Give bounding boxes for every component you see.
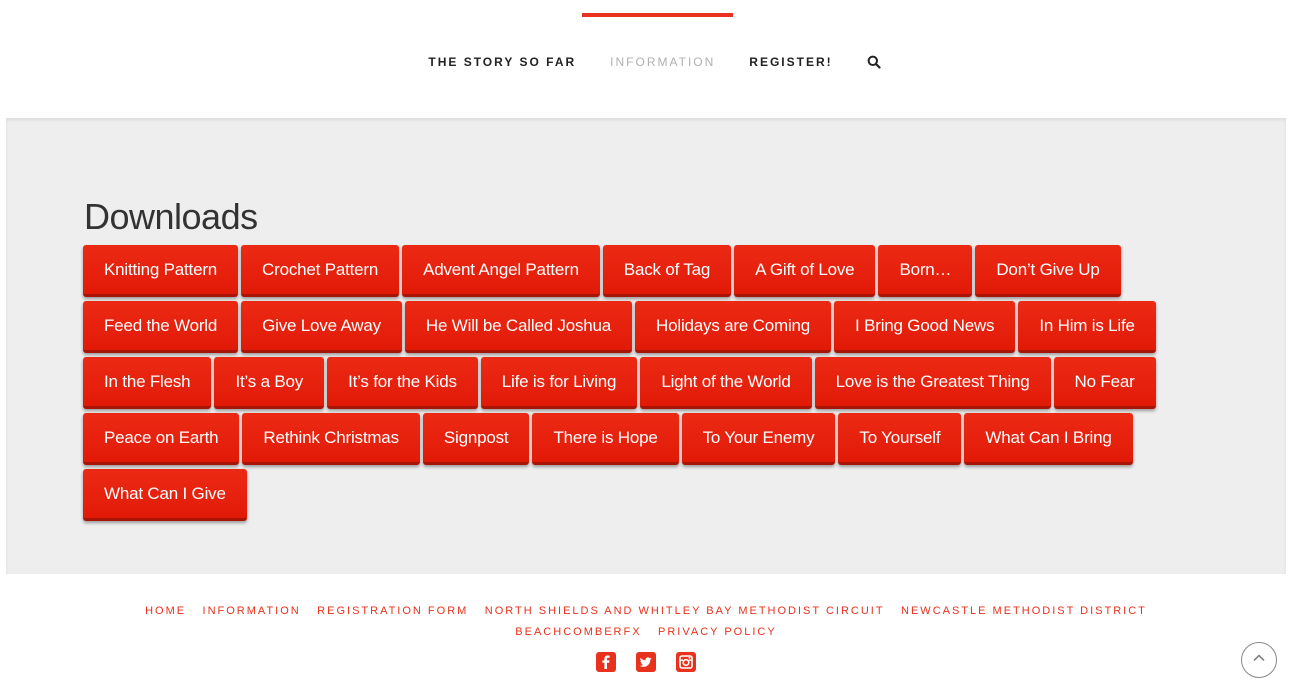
download-button-in-him-is-life[interactable]: In Him is Life xyxy=(1018,301,1156,353)
facebook-icon[interactable] xyxy=(596,652,616,672)
download-button-no-fear[interactable]: No Fear xyxy=(1053,357,1156,409)
main-content: Downloads Knitting Pattern Crochet Patte… xyxy=(6,118,1286,574)
download-button-what-can-i-bring[interactable]: What Can I Bring xyxy=(964,413,1133,465)
download-button-in-the-flesh[interactable]: In the Flesh xyxy=(83,357,212,409)
download-button-its-a-boy[interactable]: It’s a Boy xyxy=(214,357,325,409)
site-footer: HOME INFORMATION REGISTRATION FORM NORTH… xyxy=(0,574,1292,680)
download-button-peace-on-earth[interactable]: Peace on Earth xyxy=(83,413,240,465)
nav-item-register[interactable]: REGISTER! xyxy=(749,55,832,69)
download-button-to-your-enemy[interactable]: To Your Enemy xyxy=(681,413,836,465)
nav-item-the-story-so-far[interactable]: THE STORY SO FAR xyxy=(428,55,576,69)
footer-links: HOME INFORMATION REGISTRATION FORM NORTH… xyxy=(110,600,1182,642)
download-button-there-is-hope[interactable]: There is Hope xyxy=(532,413,679,465)
download-button-back-of-tag[interactable]: Back of Tag xyxy=(602,245,732,297)
search-icon[interactable] xyxy=(867,55,881,69)
footer-link-newcastle-district[interactable]: NEWCASTLE METHODIST DISTRICT xyxy=(901,605,1147,617)
site-header: THE STORY SO FAR INFORMATION REGISTER! xyxy=(0,0,1292,118)
instagram-icon[interactable] xyxy=(676,652,696,672)
download-button-to-yourself[interactable]: To Yourself xyxy=(838,413,962,465)
download-button-love-is-the-greatest-thing[interactable]: Love is the Greatest Thing xyxy=(814,357,1051,409)
nav-item-information[interactable]: INFORMATION xyxy=(610,55,715,69)
download-button-born[interactable]: Born… xyxy=(878,245,973,297)
header-accent-bar xyxy=(582,13,733,17)
download-button-holidays-are-coming[interactable]: Holidays are Coming xyxy=(635,301,832,353)
download-button-what-can-i-give[interactable]: What Can I Give xyxy=(83,469,247,521)
download-button-a-gift-of-love[interactable]: A Gift of Love xyxy=(734,245,876,297)
download-button-rethink-christmas[interactable]: Rethink Christmas xyxy=(242,413,420,465)
footer-link-privacy-policy[interactable]: PRIVACY POLICY xyxy=(658,626,777,638)
download-button-he-will-be-called-joshua[interactable]: He Will be Called Joshua xyxy=(404,301,633,353)
download-button-signpost[interactable]: Signpost xyxy=(422,413,530,465)
download-button-knitting-pattern[interactable]: Knitting Pattern xyxy=(83,245,239,297)
chevron-up-icon xyxy=(1251,650,1267,671)
footer-link-information[interactable]: INFORMATION xyxy=(203,605,301,617)
social-links xyxy=(0,652,1292,672)
scroll-to-top-button[interactable] xyxy=(1241,642,1277,678)
footer-link-north-shields-circuit[interactable]: NORTH SHIELDS AND WHITLEY BAY METHODIST … xyxy=(485,605,885,617)
page-title: Downloads xyxy=(84,196,258,237)
download-button-give-love-away[interactable]: Give Love Away xyxy=(241,301,402,353)
footer-link-registration-form[interactable]: REGISTRATION FORM xyxy=(317,605,468,617)
footer-link-beachcomberfx[interactable]: BEACHCOMBERFX xyxy=(515,626,641,638)
download-button-advent-angel-pattern[interactable]: Advent Angel Pattern xyxy=(402,245,600,297)
download-button-crochet-pattern[interactable]: Crochet Pattern xyxy=(241,245,400,297)
main-nav: THE STORY SO FAR INFORMATION REGISTER! xyxy=(0,55,1292,69)
download-button-life-is-for-living[interactable]: Life is for Living xyxy=(480,357,638,409)
download-button-dont-give-up[interactable]: Don’t Give Up xyxy=(975,245,1121,297)
footer-link-home[interactable]: HOME xyxy=(145,605,186,617)
download-button-its-for-the-kids[interactable]: It’s for the Kids xyxy=(327,357,478,409)
twitter-icon[interactable] xyxy=(636,652,656,672)
download-button-light-of-the-world[interactable]: Light of the World xyxy=(640,357,812,409)
download-button-feed-the-world[interactable]: Feed the World xyxy=(83,301,239,353)
download-button-i-bring-good-news[interactable]: I Bring Good News xyxy=(834,301,1016,353)
downloads-grid: Knitting Pattern Crochet Pattern Advent … xyxy=(83,245,1223,521)
